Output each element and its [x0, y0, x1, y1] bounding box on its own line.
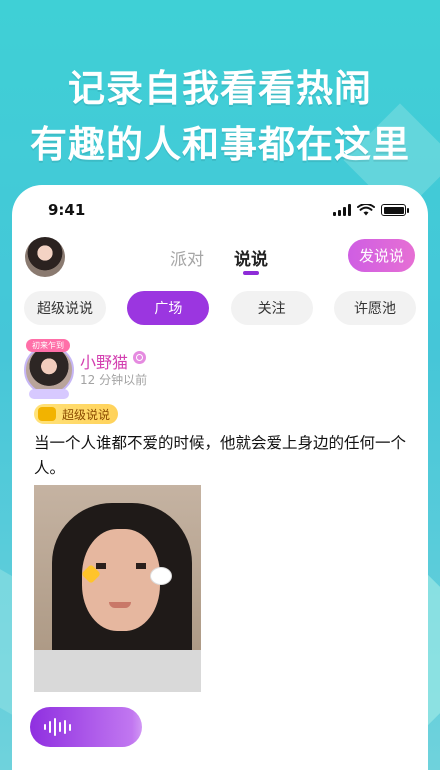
- chip-square[interactable]: 广场: [127, 291, 210, 325]
- fade-overlay: [132, 702, 292, 752]
- filter-chips: 超级说说 广场 关注 许愿池: [24, 291, 416, 325]
- phone-frame: 9:41 派对 说说 发说说 超级说说 广场 关注 许愿池 初来乍到 小野猫 1…: [12, 185, 428, 770]
- bunny-sticker-icon: [150, 567, 172, 585]
- super-talk-tag[interactable]: 超级说说: [34, 404, 119, 424]
- voice-message-button[interactable]: [30, 707, 142, 747]
- status-icons: [333, 204, 409, 216]
- photo-eyes: [96, 563, 146, 569]
- post-photo[interactable]: [34, 485, 201, 692]
- active-tab-indicator: [243, 271, 259, 275]
- chip-wishing-well[interactable]: 许愿池: [333, 291, 416, 325]
- chip-following[interactable]: 关注: [230, 291, 313, 325]
- super-tag-label: 超级说说: [62, 407, 111, 422]
- voice-wave-icon: [44, 718, 71, 736]
- chip-super-talk[interactable]: 超级说说: [24, 291, 106, 325]
- battery-icon: [381, 204, 409, 216]
- status-time: 9:41: [48, 201, 86, 219]
- headline-line-2: 有趣的人和事都在这里: [30, 123, 410, 166]
- headline-line-1: 记录自我看看热闹: [68, 67, 372, 110]
- verified-icon: [133, 351, 146, 364]
- avatar-frame-ring: [29, 389, 69, 399]
- post-time: 12 分钟以前: [80, 373, 148, 387]
- post-text: 当一个人谁都不爱的时候，他就会爱上身边的任何一个人。: [34, 434, 407, 477]
- wifi-icon: [357, 204, 375, 216]
- top-nav: 派对 说说 发说说: [12, 235, 428, 279]
- post-avatar[interactable]: [24, 345, 74, 395]
- photo-mouth: [109, 602, 131, 608]
- post-button[interactable]: 发说说: [348, 239, 415, 272]
- tab-party[interactable]: 派对: [170, 245, 204, 270]
- user-avatar[interactable]: [25, 237, 65, 277]
- status-bar: 9:41: [12, 201, 428, 223]
- post-username[interactable]: 小野猫: [80, 349, 128, 373]
- newcomer-badge: 初来乍到: [26, 339, 70, 352]
- photo-shirt: [34, 650, 201, 692]
- tab-talk[interactable]: 说说: [234, 245, 268, 270]
- super-tag-icon: [38, 407, 56, 421]
- signal-icon: [333, 204, 351, 216]
